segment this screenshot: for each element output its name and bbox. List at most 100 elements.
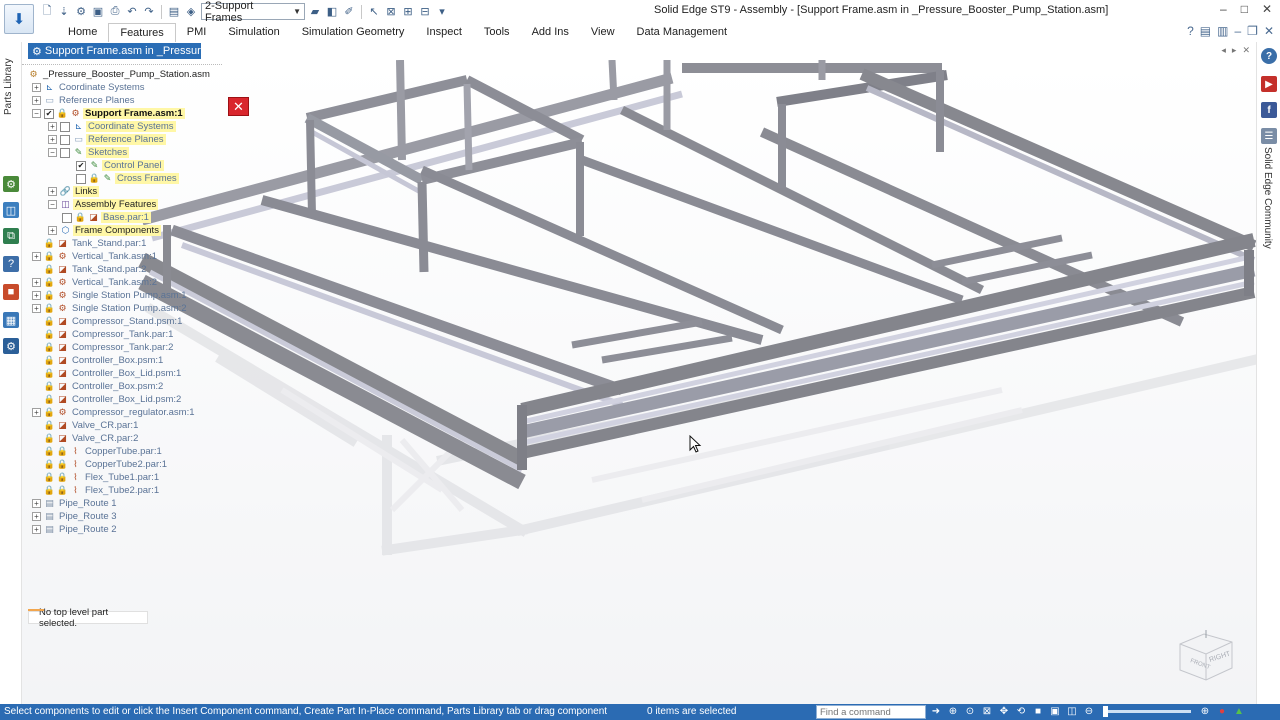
hide-icon[interactable]: ⊠ xyxy=(384,5,398,19)
tree-row[interactable]: 🔒 🔒 ⌇ Flex_Tube2.par:1 xyxy=(32,484,161,497)
fit-icon[interactable]: ⊠ xyxy=(981,705,993,718)
zoom-slider[interactable] xyxy=(1103,706,1191,717)
visibility-checkbox[interactable]: ✔ xyxy=(44,108,54,119)
tree-row[interactable]: + ⬡ Frame Components xyxy=(48,224,161,237)
tree-row[interactable]: 🔒 ◪ Compressor_Stand.psm:1 xyxy=(32,315,184,328)
tree-row[interactable]: + 🔒 ⚙ Single Station Pump.asm:1 xyxy=(32,289,189,302)
tree-row[interactable]: − ◫ Assembly Features xyxy=(48,198,159,211)
family-icon[interactable]: ▦ xyxy=(3,312,19,328)
tree-row[interactable]: + ▭ Reference Planes xyxy=(32,94,137,107)
arrow-right-icon[interactable]: ➜ xyxy=(930,705,942,718)
select-icon[interactable]: ↖ xyxy=(367,5,381,19)
parts-library-tab[interactable]: Parts Library xyxy=(3,50,14,124)
expand-icon[interactable]: + xyxy=(32,83,41,92)
print-icon[interactable]: ⎙ xyxy=(108,5,122,19)
view-orientation-icon[interactable]: ▣ xyxy=(1049,705,1061,718)
tree-row[interactable]: 🔒 ✎ Cross Frames xyxy=(76,172,179,185)
highlight-icon[interactable]: ◧ xyxy=(325,5,339,19)
display-icon[interactable]: ◈ xyxy=(184,5,198,19)
tree-row[interactable]: + 🔒 ⚙ Vertical_Tank.asm:2 xyxy=(32,276,159,289)
tree-row[interactable]: + ▤ Pipe_Route 3 xyxy=(32,510,119,523)
pathfinder-resize-handle[interactable] xyxy=(22,60,222,65)
tab-tools[interactable]: Tools xyxy=(473,22,521,42)
tree-row[interactable]: 🔒 🔒 ⌇ CopperTube2.par:1 xyxy=(32,458,169,471)
chevron-right-icon[interactable]: ▸ xyxy=(1232,45,1237,56)
tree-row[interactable]: + ⊾ Coordinate Systems xyxy=(48,120,176,133)
facebook-icon[interactable]: f xyxy=(1261,102,1277,118)
tree-row[interactable]: 🔒 🔒 ⌇ CopperTube.par:1 xyxy=(32,445,164,458)
tree-row[interactable]: + 🔒 ⚙ Compressor_regulator.asm:1 xyxy=(32,406,197,419)
show-icon[interactable]: ⊞ xyxy=(401,5,415,19)
tree-row[interactable]: 🔒 ◪ Valve_CR.par:1 xyxy=(32,419,140,432)
upload-icon[interactable]: ▲ xyxy=(1233,705,1245,718)
doc-minimize-icon[interactable]: – xyxy=(1234,24,1241,38)
tree-row[interactable]: + ▭ Reference Planes xyxy=(48,133,166,146)
record-icon[interactable]: ● xyxy=(1216,705,1228,718)
tab-add-ins[interactable]: Add Ins xyxy=(521,22,580,42)
tree-row[interactable]: + 🔒 ⚙ Vertical_Tank.asm:1 xyxy=(32,250,159,263)
expand-icon[interactable]: + xyxy=(32,96,41,105)
close-icon[interactable]: ✕ xyxy=(228,97,249,116)
tab-simulation[interactable]: Simulation xyxy=(217,22,290,42)
expand-icon[interactable]: + xyxy=(32,304,41,313)
tree-row[interactable]: 🔒 ◪ Compressor_Tank.par:2 xyxy=(32,341,175,354)
tree-row[interactable]: + 🔒 ⚙ Single Station Pump.asm:2 xyxy=(32,302,189,315)
tree-row[interactable]: + ▤ Pipe_Route 1 xyxy=(32,497,119,510)
tree-row[interactable]: 🔒 ◪ Tank_Stand.par:2 xyxy=(32,263,148,276)
save-icon[interactable]: ▣ xyxy=(91,5,105,19)
expand-icon[interactable]: + xyxy=(48,187,57,196)
sensors-icon[interactable]: ■ xyxy=(3,284,19,300)
tree-row[interactable]: − ✎ Sketches xyxy=(48,146,130,159)
visibility-checkbox[interactable] xyxy=(62,212,72,223)
tree-row[interactable]: + 🔗 Links xyxy=(48,185,100,198)
visibility-checkbox[interactable]: ✔ xyxy=(76,160,86,171)
tab-simulation-geometry[interactable]: Simulation Geometry xyxy=(291,22,416,42)
tree-row[interactable]: 🔒 ◪ Controller_Box.psm:2 xyxy=(32,380,165,393)
close-all-icon[interactable]: ✕ xyxy=(1242,45,1250,56)
help-circle-icon[interactable]: ? xyxy=(1261,48,1277,64)
tree-row[interactable]: + ⊾ Coordinate Systems xyxy=(32,81,147,94)
tab-view[interactable]: View xyxy=(580,22,626,42)
ribbon-options-icon[interactable]: ▤ xyxy=(1200,24,1211,38)
collapse-icon[interactable]: − xyxy=(32,109,41,118)
layers-icon[interactable]: ◫ xyxy=(3,202,19,218)
minimize-icon[interactable]: – xyxy=(1220,2,1227,16)
expand-icon[interactable]: + xyxy=(32,408,41,417)
collapse-icon[interactable]: − xyxy=(48,148,57,157)
tree-row[interactable]: 🔒 ◪ Controller_Box.psm:1 xyxy=(32,354,165,367)
zoom-icon[interactable]: ⊙ xyxy=(964,705,976,718)
tree-row[interactable]: + ▤ Pipe_Route 2 xyxy=(32,523,119,536)
visibility-checkbox[interactable] xyxy=(60,147,70,158)
community-icon[interactable]: ☰ xyxy=(1261,128,1277,144)
tree-row[interactable]: 🔒 ◪ Base.par:1 xyxy=(62,211,151,224)
view-cube[interactable]: FRONT RIGHT xyxy=(1176,628,1234,682)
sketch-view-icon[interactable]: ◫ xyxy=(1066,705,1078,718)
shaded-view-icon[interactable]: ■ xyxy=(1032,705,1044,718)
tree-row[interactable]: ⚙ _Pressure_Booster_Pump_Station.asm xyxy=(28,68,212,81)
visibility-checkbox[interactable] xyxy=(60,134,70,145)
tree-row[interactable]: − ✔ 🔒 ⚙ Support Frame.asm:1 xyxy=(32,107,185,120)
tab-data-management[interactable]: Data Management xyxy=(626,22,739,42)
zoom-in-icon[interactable]: ⊕ xyxy=(1199,705,1211,718)
tree-row[interactable]: 🔒 ◪ Controller_Box_Lid.psm:2 xyxy=(32,393,183,406)
tree-row[interactable]: ✔ ✎ Control Panel xyxy=(76,159,164,172)
open-file-icon[interactable]: ⇣ xyxy=(57,5,71,19)
new-file-icon[interactable]: 🗋 xyxy=(40,5,54,19)
expand-icon[interactable]: + xyxy=(48,122,57,131)
visibility-checkbox[interactable] xyxy=(60,121,70,132)
tree-row[interactable]: 🔒 ◪ Controller_Box_Lid.psm:1 xyxy=(32,367,183,380)
pan-icon[interactable]: ✥ xyxy=(998,705,1010,718)
configurations-icon[interactable]: ▤ xyxy=(167,5,181,19)
display-configuration-select[interactable]: 2-Support Frames ▼ xyxy=(201,0,305,24)
relationships-icon[interactable]: ⧉ xyxy=(3,228,19,244)
folder-icon[interactable]: ▰ xyxy=(308,5,322,19)
expand-icon[interactable]: + xyxy=(32,525,41,534)
find-command-input[interactable] xyxy=(816,705,926,719)
expand-icon[interactable]: + xyxy=(48,135,57,144)
tab-inspect[interactable]: Inspect xyxy=(415,22,472,42)
tab-features[interactable]: Features xyxy=(108,22,176,42)
select-tools-icon[interactable]: ? xyxy=(3,256,19,272)
maximize-icon[interactable]: □ xyxy=(1241,2,1248,16)
expand-icon[interactable]: + xyxy=(32,252,41,261)
expand-icon[interactable]: + xyxy=(32,291,41,300)
